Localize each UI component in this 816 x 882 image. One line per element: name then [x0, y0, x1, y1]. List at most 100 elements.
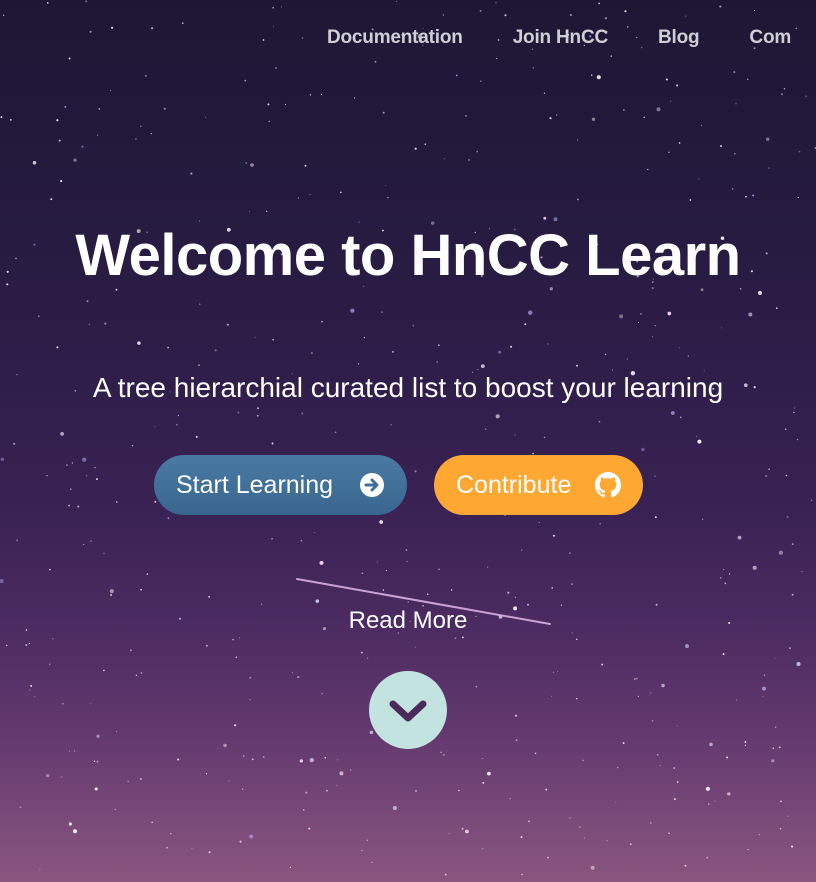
star [361, 572, 364, 575]
star [465, 115, 467, 117]
star [576, 638, 578, 641]
nav-link-documentation[interactable]: Documentation [327, 27, 463, 49]
star [515, 739, 518, 742]
contribute-label: Contribute [456, 470, 572, 499]
star [577, 139, 579, 141]
nav-link-join-hncc[interactable]: Join HnCC [513, 27, 609, 49]
star [68, 504, 71, 507]
star [547, 856, 549, 859]
star [771, 759, 775, 763]
star [390, 423, 392, 426]
star [538, 522, 540, 524]
star [440, 751, 442, 754]
star [64, 105, 67, 108]
start-learning-button[interactable]: Start Learning [154, 455, 407, 515]
star [719, 145, 723, 148]
star [654, 516, 657, 519]
star [66, 464, 68, 466]
contribute-button[interactable]: Contribute [434, 455, 643, 515]
star [552, 671, 555, 674]
star [676, 781, 679, 783]
star [251, 758, 254, 761]
star [454, 637, 457, 640]
star [796, 661, 801, 667]
star [427, 593, 429, 595]
star [673, 767, 676, 769]
star [747, 849, 749, 851]
star [724, 582, 727, 585]
star [543, 92, 545, 94]
star [482, 781, 485, 784]
star [654, 325, 656, 327]
star [135, 674, 138, 677]
star [297, 197, 300, 199]
star [321, 692, 323, 695]
star [647, 168, 649, 171]
star [514, 434, 516, 436]
star [438, 568, 440, 571]
star [496, 57, 498, 60]
star [382, 589, 385, 591]
star [262, 39, 265, 41]
star [308, 827, 311, 830]
star [191, 847, 193, 850]
star [28, 689, 31, 691]
star [668, 832, 670, 834]
read-more-link[interactable]: Read More [0, 607, 816, 635]
star [624, 10, 627, 13]
star [326, 789, 328, 792]
star [249, 676, 252, 679]
scroll-down-button[interactable] [369, 671, 447, 749]
star [556, 114, 558, 116]
star [214, 349, 217, 352]
star [324, 756, 327, 759]
star [784, 428, 787, 431]
star [58, 139, 61, 142]
star [528, 310, 533, 315]
star [0, 578, 4, 584]
star [796, 438, 799, 441]
star [507, 591, 510, 594]
star [336, 759, 339, 761]
star [785, 474, 788, 477]
star [70, 488, 72, 490]
star [728, 573, 731, 575]
star [96, 734, 100, 738]
star [257, 415, 259, 417]
star [498, 350, 502, 354]
star [634, 678, 636, 680]
page-title: Welcome to HnCC Learn [75, 223, 741, 288]
star [532, 67, 535, 69]
star [670, 411, 675, 415]
star [727, 792, 731, 796]
star [301, 37, 304, 39]
star [543, 216, 547, 220]
star [83, 543, 85, 546]
star [678, 142, 681, 144]
star [319, 560, 324, 565]
star [13, 442, 16, 445]
star [654, 475, 656, 478]
star [468, 159, 470, 161]
star [109, 589, 114, 594]
star [748, 312, 753, 317]
nav-link-blog[interactable]: Blog [658, 27, 700, 49]
star [226, 323, 229, 326]
star [85, 0, 88, 3]
star [111, 26, 114, 29]
star [2, 14, 5, 16]
star [163, 107, 166, 110]
star [85, 474, 88, 477]
star [775, 307, 778, 310]
star [302, 809, 305, 811]
star [266, 210, 268, 212]
star [297, 676, 300, 679]
star [96, 134, 99, 137]
star [709, 742, 713, 747]
star [655, 603, 658, 606]
star [304, 164, 307, 167]
nav-link-community[interactable]: Com [749, 27, 791, 49]
star [706, 856, 709, 859]
star [673, 798, 676, 801]
star [668, 151, 670, 153]
